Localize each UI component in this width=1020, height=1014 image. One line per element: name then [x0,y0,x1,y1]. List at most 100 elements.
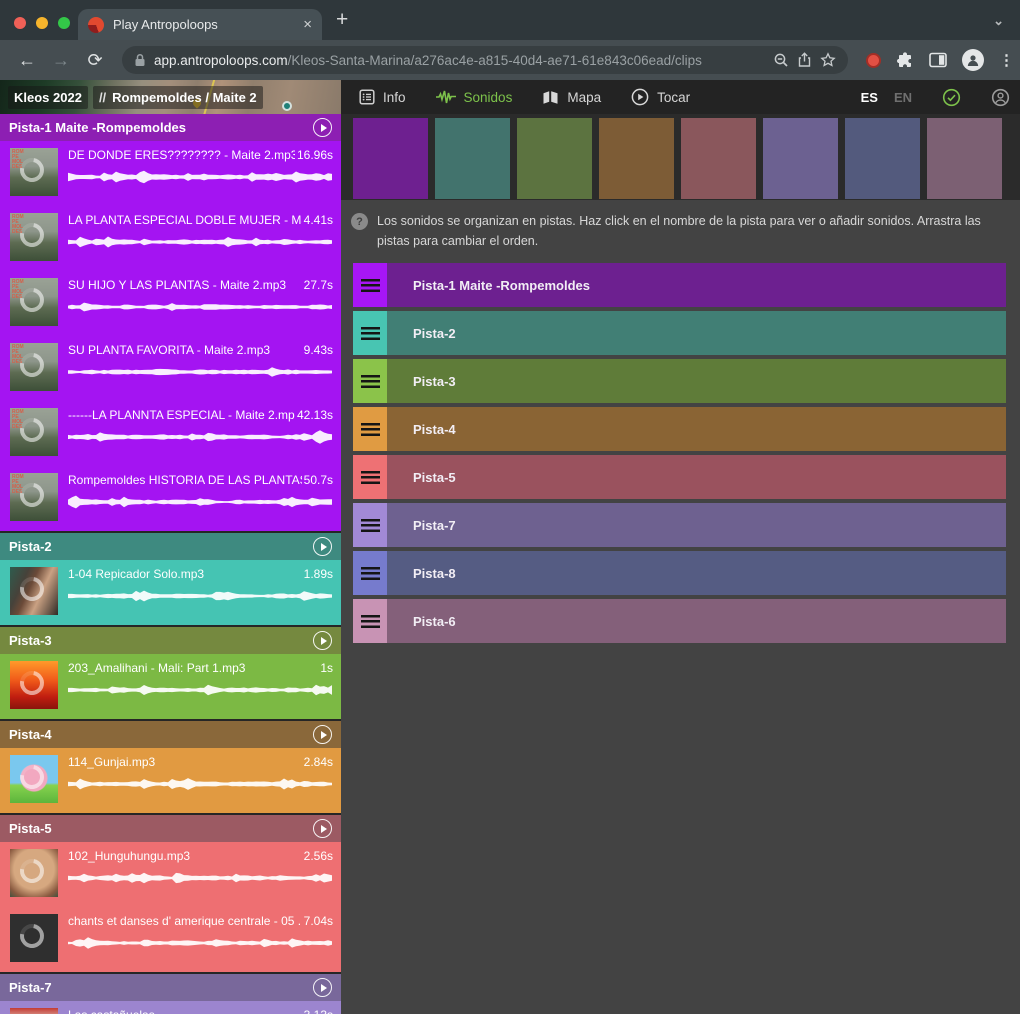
clip-item[interactable]: 203_Amalihani - Mali: Part 1.mp31s [0,654,341,719]
nav-tocar[interactable]: Tocar [631,88,690,106]
clip-duration: 16.96s [295,148,333,163]
track-play-button[interactable] [313,631,332,650]
browser-tab[interactable]: Play Antropoloops × [78,9,322,40]
track-row-label: Pista-3 [413,374,456,389]
breadcrumb-project[interactable]: Kleos 2022 [8,86,88,109]
clip-title: Las castañuelas [68,1008,302,1014]
sidebar-track: Pista-5 102_Hunguhungu.mp32.56schants et … [0,815,341,972]
nav-sonidos[interactable]: Sonidos [436,89,513,105]
drag-handle[interactable] [353,599,387,643]
minimize-window-button[interactable] [36,17,48,29]
track-row-bar[interactable]: Pista-6 [387,599,1006,643]
zoom-page-icon[interactable] [773,52,789,68]
address-bar[interactable]: app.antropoloops.com/Kleos-Santa-Marina/… [122,46,848,74]
close-window-button[interactable] [14,17,26,29]
forward-button[interactable]: → [46,50,76,71]
language-es[interactable]: ES [861,90,878,105]
sidebar-track-name[interactable]: Pista-7 [9,980,313,995]
track-row-bar[interactable]: Pista-3 [387,359,1006,403]
track-row-label: Pista-4 [413,422,456,437]
track-row-bar[interactable]: Pista-2 [387,311,1006,355]
loading-spinner-icon [15,760,48,793]
drag-handle[interactable] [353,407,387,451]
sidebar-track-name[interactable]: Pista-5 [9,821,313,836]
drag-handle[interactable] [353,455,387,499]
browser-menu-icon[interactable]: ⋮ [999,51,1014,69]
project-map-banner[interactable]: Kleos 2022 //Rompemoldes / Maite 2 [0,80,341,114]
clip-item[interactable]: SU PLANTA FAVORITA - Maite 2.mp39.43s [0,336,341,401]
face-closeup-thumbnail [10,849,58,897]
nav-mapa[interactable]: Mapa [542,90,601,105]
app-nav: Info Sonidos Mapa Tocar ES [341,80,1020,114]
track-row: Pista-2 [353,311,1006,355]
track-row-bar[interactable]: Pista-8 [387,551,1006,595]
reload-button[interactable]: ⟳ [80,50,110,71]
drag-handle[interactable] [353,311,387,355]
sidebar-track-name[interactable]: Pista-4 [9,727,313,742]
language-en[interactable]: EN [894,90,912,105]
drag-grip-icon [361,471,380,484]
clip-item[interactable]: Rompemoldes HISTORIA DE LAS PLANTAS...50… [0,466,341,531]
drag-handle[interactable] [353,551,387,595]
clip-item[interactable]: 1-04 Repicador Solo.mp31.89s [0,560,341,625]
track-play-button[interactable] [313,978,332,997]
clip-item[interactable]: 102_Hunguhungu.mp32.56s [0,842,341,907]
sidebar-track-header: Pista-4 [0,721,341,748]
hint-box: ? Los sonidos se organizan en pistas. Ha… [341,200,1020,251]
account-icon[interactable] [991,88,1010,107]
track-row-bar[interactable]: Pista-4 [387,407,1006,451]
close-tab-icon[interactable]: × [303,17,312,32]
clip-item[interactable]: Las castañuelas3.13s [0,1001,341,1014]
clip-duration: 27.7s [302,278,333,293]
sidebar-track-name[interactable]: Pista-2 [9,539,313,554]
bookmark-star-icon[interactable] [820,52,836,68]
track-play-button[interactable] [313,537,332,556]
track-row-bar[interactable]: Pista-1 Maite -Rompemoldes [387,263,1006,307]
track-row-label: Pista-1 Maite -Rompemoldes [413,278,590,293]
clip-body: ------LA PLANNTA ESPECIAL - Maite 2.mp34… [68,408,333,466]
record-indicator-icon[interactable] [866,53,881,68]
track-play-button[interactable] [313,725,332,744]
sidebar-track-name[interactable]: Pista-3 [9,633,313,648]
clip-list: Las castañuelas3.13s [0,1001,341,1014]
clip-title-row: 1-04 Repicador Solo.mp31.89s [68,567,333,582]
clip-body: 114_Gunjai.mp32.84s [68,755,333,813]
clip-item[interactable]: ------LA PLANNTA ESPECIAL - Maite 2.mp34… [0,401,341,466]
sidebar-track-name[interactable]: Pista-1 Maite -Rompemoldes [9,120,313,135]
saved-check-icon[interactable] [942,88,961,107]
play-triangle-icon [321,731,327,739]
track-row-label: Pista-8 [413,566,456,581]
clip-item[interactable]: 114_Gunjai.mp32.84s [0,748,341,813]
track-row-bar[interactable]: Pista-5 [387,455,1006,499]
clip-item[interactable]: DE DONDE ERES???????? - Maite 2.mp316.96… [0,141,341,206]
clip-title: 102_Hunguhungu.mp3 [68,849,302,864]
clip-list: DE DONDE ERES???????? - Maite 2.mp316.96… [0,141,341,531]
profile-avatar[interactable] [962,49,984,71]
question-mark-icon: ? [351,213,368,230]
new-tab-button[interactable]: + [336,8,348,32]
drag-handle[interactable] [353,359,387,403]
maximize-window-button[interactable] [58,17,70,29]
clip-duration: 1s [318,661,333,676]
extension-puzzle-icon[interactable] [896,51,914,69]
waveform [68,167,333,187]
track-play-button[interactable] [313,819,332,838]
drag-handle[interactable] [353,503,387,547]
side-panel-icon[interactable] [929,52,947,68]
drag-handle[interactable] [353,263,387,307]
clip-item[interactable]: SU HIJO Y LAS PLANTAS - Maite 2.mp327.7s [0,271,341,336]
clip-item[interactable]: LA PLANTA ESPECIAL DOBLE MUJER - Mai...4… [0,206,341,271]
tab-search-chevron-icon[interactable]: ⌄ [993,13,1004,29]
play-circle-icon [631,88,649,106]
sidebar-track: Pista-2 1-04 Repicador Solo.mp31.89s [0,533,341,625]
track-row-bar[interactable]: Pista-7 [387,503,1006,547]
back-button[interactable]: ← [12,50,42,71]
breadcrumb-section-chip[interactable]: //Rompemoldes / Maite 2 [93,86,263,109]
clip-item[interactable]: chants et danses d' amerique centrale - … [0,907,341,972]
drag-grip-icon [361,327,380,340]
loading-spinner-icon [15,854,48,887]
share-icon[interactable] [797,52,812,68]
nav-info[interactable]: Info [359,89,406,105]
track-play-button[interactable] [313,118,332,137]
track-color-swatch [681,118,756,199]
